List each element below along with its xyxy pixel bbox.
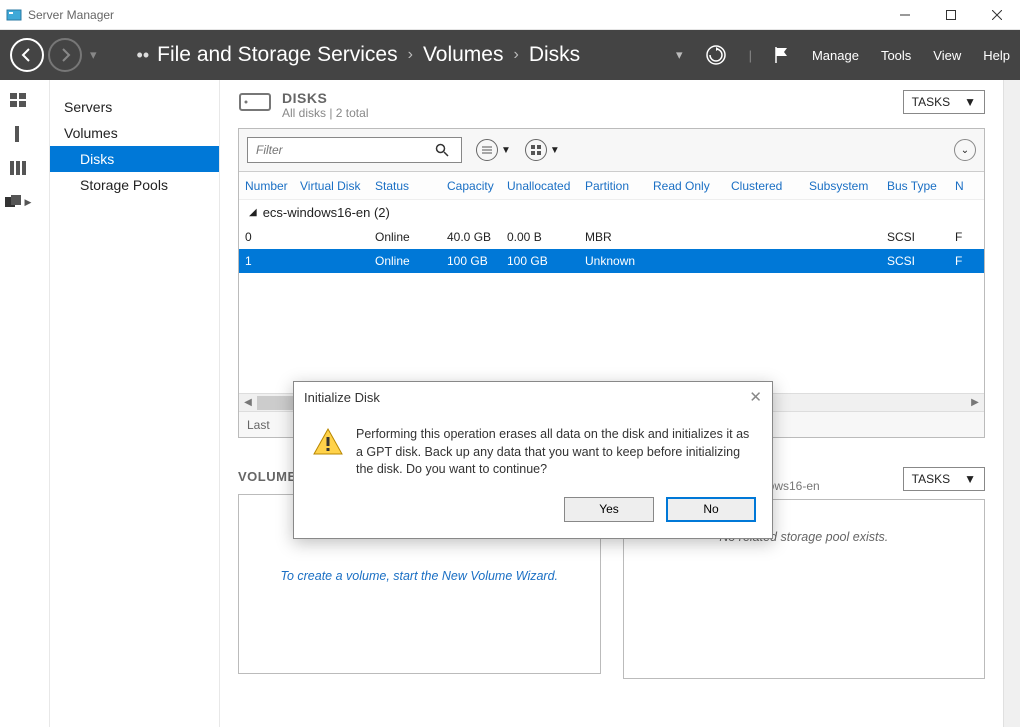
disks-section-subtitle: All disks | 2 total — [282, 106, 368, 120]
col-capacity[interactable]: Capacity — [441, 179, 501, 193]
caret-down-icon: ▼ — [964, 472, 976, 486]
sidebar-item-storage-pools[interactable]: Storage Pools — [50, 172, 219, 198]
chevron-right-icon: › — [408, 46, 413, 64]
menu-help[interactable]: Help — [983, 48, 1010, 63]
menu-view[interactable]: View — [933, 48, 961, 63]
col-read-only[interactable]: Read Only — [647, 179, 725, 193]
maximize-button[interactable] — [928, 0, 974, 30]
caret-down-icon: ▼ — [501, 145, 511, 156]
window-titlebar: Server Manager — [0, 0, 1020, 30]
disk-row-1[interactable]: 1 Online 100 GB 100 GB Unknown SCSI F — [239, 249, 984, 273]
sidebar: Servers Volumes Disks Storage Pools — [50, 80, 220, 727]
breadcrumb: •• File and Storage Services › Volumes ›… — [137, 43, 581, 67]
breadcrumb-item-fileservices[interactable]: File and Storage Services — [157, 43, 397, 67]
rail-all-servers-icon[interactable] — [10, 158, 40, 178]
refresh-icon[interactable] — [705, 44, 727, 66]
col-partition[interactable]: Partition — [579, 179, 647, 193]
dialog-no-button[interactable]: No — [666, 497, 756, 522]
group-label: ecs-windows16-en (2) — [263, 205, 390, 220]
col-clustered[interactable]: Clustered — [725, 179, 803, 193]
scroll-right-icon[interactable]: ▶ — [966, 397, 984, 408]
rail-file-storage-icon[interactable]: ▶ — [5, 192, 45, 212]
expand-collapse-button[interactable]: ⌄ — [954, 139, 976, 161]
scroll-left-icon[interactable]: ◀ — [239, 397, 257, 408]
breadcrumb-item-volumes[interactable]: Volumes — [423, 43, 504, 67]
col-subsystem[interactable]: Subsystem — [803, 179, 881, 193]
group-row[interactable]: ◢ ecs-windows16-en (2) — [239, 199, 984, 225]
icon-rail: ▶ — [0, 80, 50, 727]
disks-grid-header: Number Virtual Disk Status Capacity Unal… — [239, 171, 984, 199]
flag-icon[interactable] — [774, 46, 790, 64]
col-unallocated[interactable]: Unallocated — [501, 179, 579, 193]
filter-input[interactable] — [248, 143, 435, 157]
caret-down-icon: ▼ — [550, 145, 560, 156]
col-status[interactable]: Status — [369, 179, 441, 193]
disk-row-0[interactable]: 0 Online 40.0 GB 0.00 B MBR SCSI F — [239, 225, 984, 249]
collapse-triangle-icon: ◢ — [249, 207, 257, 218]
disks-section-title: DISKS — [282, 90, 368, 106]
dialog-title: Initialize Disk — [304, 390, 380, 405]
new-volume-wizard-link[interactable]: To create a volume, start the New Volume… — [255, 569, 584, 583]
tasks-label: TASKS — [912, 95, 950, 109]
col-number[interactable]: Number — [239, 179, 294, 193]
rail-dashboard-icon[interactable] — [10, 90, 40, 110]
close-button[interactable] — [974, 0, 1020, 30]
header-bar: ▾ •• File and Storage Services › Volumes… — [0, 30, 1020, 80]
category-view-button[interactable]: ▼ — [525, 139, 560, 161]
nav-dropdown-icon[interactable]: ▾ — [90, 47, 97, 63]
disks-tasks-button[interactable]: TASKS ▼ — [903, 90, 985, 114]
initialize-disk-dialog: Initialize Disk ✕ Performing this operat… — [293, 381, 773, 539]
filter-box — [247, 137, 462, 163]
dialog-close-icon[interactable]: ✕ — [749, 388, 762, 406]
chevron-right-icon: › — [513, 46, 518, 64]
dialog-message: Performing this operation erases all dat… — [356, 426, 754, 479]
minimize-button[interactable] — [882, 0, 928, 30]
grid-empty-space — [239, 273, 984, 393]
list-view-button[interactable]: ▼ — [476, 139, 511, 161]
caret-down-icon: ▼ — [964, 95, 976, 109]
app-icon — [6, 7, 22, 23]
sidebar-item-volumes[interactable]: Volumes — [50, 120, 219, 146]
tasks-label: TASKS — [912, 472, 950, 486]
menu-manage[interactable]: Manage — [812, 48, 859, 63]
dialog-yes-button[interactable]: Yes — [564, 497, 654, 522]
vertical-scrollbar[interactable] — [1003, 80, 1020, 727]
breadcrumb-item-disks[interactable]: Disks — [529, 43, 580, 67]
nav-forward-button[interactable] — [48, 38, 82, 72]
disks-icon — [238, 90, 272, 114]
col-bus-type[interactable]: Bus Type — [881, 179, 949, 193]
breadcrumb-home-icon[interactable]: •• — [137, 45, 150, 66]
sidebar-item-servers[interactable]: Servers — [50, 94, 219, 120]
warning-icon — [312, 426, 344, 458]
app-title: Server Manager — [28, 8, 114, 22]
nav-back-button[interactable] — [10, 38, 44, 72]
rail-local-server-icon[interactable] — [10, 124, 40, 144]
menu-tools[interactable]: Tools — [881, 48, 911, 63]
search-icon[interactable] — [435, 143, 461, 157]
header-dropdown-caret[interactable]: ▾ — [676, 47, 683, 63]
col-virtual-disk[interactable]: Virtual Disk — [294, 179, 369, 193]
col-name[interactable]: N — [949, 179, 984, 193]
sidebar-item-disks[interactable]: Disks — [50, 146, 219, 172]
pool-tasks-button[interactable]: TASKS ▼ — [903, 467, 985, 491]
